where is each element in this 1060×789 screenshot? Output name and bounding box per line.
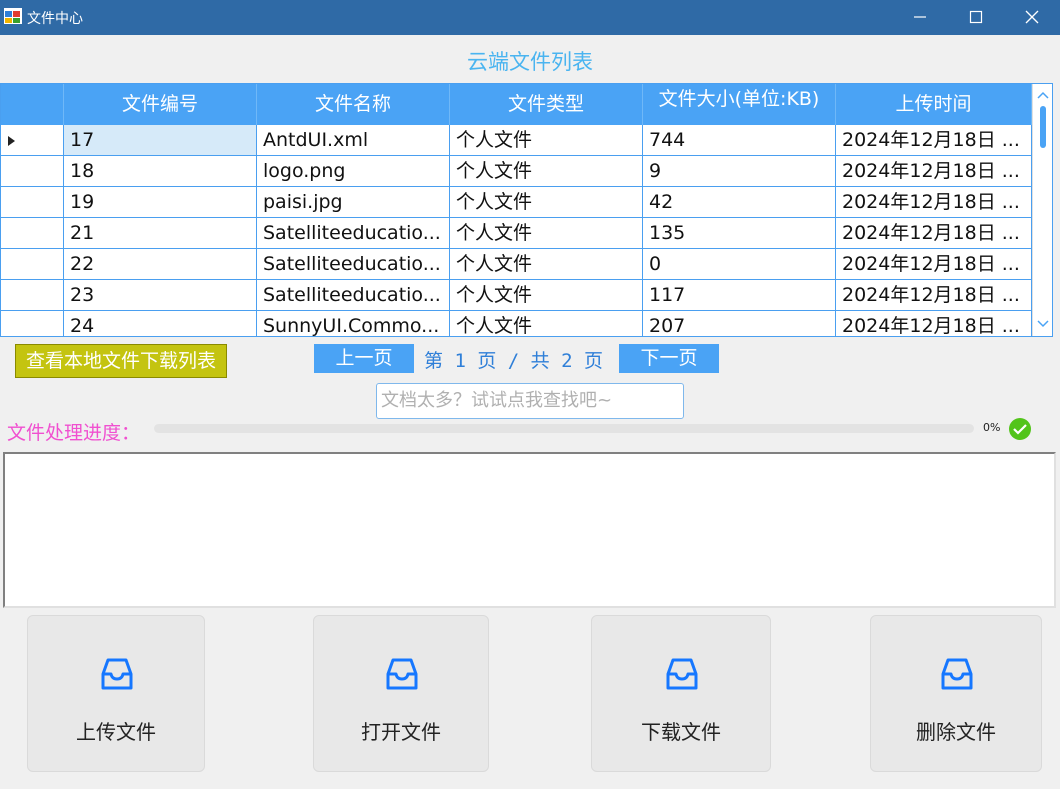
cell-time[interactable]: 2024年12月18日 ... bbox=[836, 249, 1032, 280]
cell-time[interactable]: 2024年12月18日 ... bbox=[836, 125, 1032, 156]
cell-type[interactable]: 个人文件 bbox=[450, 125, 643, 156]
cell-id[interactable]: 23 bbox=[64, 280, 257, 311]
row-header[interactable] bbox=[1, 249, 64, 280]
check-circle-icon bbox=[1009, 418, 1031, 440]
cell-size[interactable]: 207 bbox=[643, 311, 836, 336]
row-header[interactable] bbox=[1, 187, 64, 218]
column-header-type[interactable]: 文件类型 bbox=[450, 84, 643, 125]
page-title: 云端文件列表 bbox=[467, 50, 593, 74]
row-header[interactable] bbox=[1, 125, 64, 156]
log-textarea[interactable] bbox=[3, 452, 1056, 608]
cell-size[interactable]: 744 bbox=[643, 125, 836, 156]
table-header: 文件编号 文件名称 文件类型 文件大小(单位:KB) 上传时间 bbox=[1, 84, 1032, 125]
cell-id[interactable]: 24 bbox=[64, 311, 257, 336]
cell-type[interactable]: 个人文件 bbox=[450, 187, 643, 218]
vertical-scrollbar[interactable] bbox=[1032, 84, 1052, 336]
inbox-icon bbox=[941, 658, 973, 690]
cell-time[interactable]: 2024年12月18日 ... bbox=[836, 311, 1032, 336]
title-bar: 文件中心 bbox=[0, 0, 1060, 35]
column-header-id[interactable]: 文件编号 bbox=[64, 84, 257, 125]
download-file-label: 下载文件 bbox=[641, 720, 721, 744]
column-header-time[interactable]: 上传时间 bbox=[836, 84, 1032, 125]
cell-name[interactable]: Satelliteeducatio... bbox=[257, 249, 450, 280]
cell-name[interactable]: AntdUI.xml bbox=[257, 125, 450, 156]
cell-type[interactable]: 个人文件 bbox=[450, 156, 643, 187]
cell-name[interactable]: logo.png bbox=[257, 156, 450, 187]
upload-file-button[interactable]: 上传文件 bbox=[27, 615, 205, 772]
upload-file-label: 上传文件 bbox=[76, 720, 156, 744]
cell-id[interactable]: 22 bbox=[64, 249, 257, 280]
scroll-down-icon[interactable] bbox=[1036, 316, 1050, 330]
delete-file-button[interactable]: 删除文件 bbox=[870, 615, 1042, 772]
download-file-button[interactable]: 下载文件 bbox=[591, 615, 771, 772]
app-icon bbox=[4, 8, 22, 24]
row-header[interactable] bbox=[1, 218, 64, 249]
cell-name[interactable]: paisi.jpg bbox=[257, 187, 450, 218]
cell-id[interactable]: 21 bbox=[64, 218, 257, 249]
maximize-button[interactable] bbox=[948, 0, 1004, 35]
cell-size[interactable]: 117 bbox=[643, 280, 836, 311]
cell-size[interactable]: 0 bbox=[643, 249, 836, 280]
file-table[interactable]: 文件编号 文件名称 文件类型 文件大小(单位:KB) 上传时间 17 AntdUI… bbox=[0, 83, 1053, 337]
cell-type[interactable]: 个人文件 bbox=[450, 218, 643, 249]
table-row[interactable]: 24 SunnyUI.Commo... 个人文件 207 2024年12月18日 ... bbox=[1, 311, 1032, 336]
inbox-icon bbox=[101, 658, 133, 690]
table-row[interactable]: 23 Satelliteeducatio... 个人文件 117 2024年12月18日… bbox=[1, 280, 1032, 311]
maximize-icon bbox=[969, 10, 983, 24]
cell-time[interactable]: 2024年12月18日 ... bbox=[836, 218, 1032, 249]
progress-label: 文件处理进度： bbox=[7, 422, 141, 444]
minimize-button[interactable] bbox=[892, 0, 948, 35]
row-header-corner bbox=[1, 84, 64, 125]
cell-time[interactable]: 2024年12月18日 ... bbox=[836, 187, 1032, 218]
cell-type[interactable]: 个人文件 bbox=[450, 311, 643, 336]
prev-page-button[interactable]: 上一页 bbox=[314, 344, 414, 373]
cell-size[interactable]: 135 bbox=[643, 218, 836, 249]
table-row[interactable]: 21 Satelliteeducatio... 个人文件 135 2024年12月18日… bbox=[1, 218, 1032, 249]
cell-time[interactable]: 2024年12月18日 ... bbox=[836, 280, 1032, 311]
delete-file-label: 删除文件 bbox=[916, 720, 996, 744]
cell-id[interactable]: 19 bbox=[64, 187, 257, 218]
next-page-button[interactable]: 下一页 bbox=[619, 344, 719, 373]
cell-name[interactable]: SunnyUI.Commo... bbox=[257, 311, 450, 336]
open-file-button[interactable]: 打开文件 bbox=[313, 615, 489, 772]
window-title: 文件中心 bbox=[27, 11, 83, 27]
page-status: 第 1 页 / 共 2 页 bbox=[424, 350, 603, 372]
scroll-up-icon[interactable] bbox=[1036, 89, 1050, 103]
table-row[interactable]: 19 paisi.jpg 个人文件 42 2024年12月18日 ... bbox=[1, 187, 1032, 218]
close-button[interactable] bbox=[1004, 0, 1060, 35]
minimize-icon bbox=[914, 16, 926, 18]
column-header-size[interactable]: 文件大小(单位:KB) bbox=[643, 84, 836, 125]
progress-bar bbox=[154, 424, 974, 433]
search-input[interactable]: 文档太多？试试点我查找吧~ bbox=[376, 383, 684, 419]
scroll-thumb[interactable] bbox=[1040, 106, 1046, 148]
inbox-icon bbox=[666, 658, 698, 690]
table-row[interactable]: 17 AntdUI.xml 个人文件 744 2024年12月18日 ... bbox=[1, 125, 1032, 156]
row-header[interactable] bbox=[1, 156, 64, 187]
table-row[interactable]: 18 logo.png 个人文件 9 2024年12月18日 ... bbox=[1, 156, 1032, 187]
row-header[interactable] bbox=[1, 280, 64, 311]
current-row-indicator-icon bbox=[8, 136, 15, 146]
row-header[interactable] bbox=[1, 311, 64, 336]
cell-size[interactable]: 9 bbox=[643, 156, 836, 187]
inbox-icon bbox=[386, 658, 418, 690]
cell-size[interactable]: 42 bbox=[643, 187, 836, 218]
column-header-name[interactable]: 文件名称 bbox=[257, 84, 450, 125]
cell-type[interactable]: 个人文件 bbox=[450, 280, 643, 311]
cell-name[interactable]: Satelliteeducatio... bbox=[257, 280, 450, 311]
cell-name[interactable]: Satelliteeducatio... bbox=[257, 218, 450, 249]
cell-id[interactable]: 17 bbox=[64, 125, 257, 156]
cell-id[interactable]: 18 bbox=[64, 156, 257, 187]
local-download-list-button[interactable]: 查看本地文件下载列表 bbox=[15, 344, 227, 378]
close-icon bbox=[1025, 10, 1039, 24]
table-row[interactable]: 22 Satelliteeducatio... 个人文件 0 2024年12月18日 .… bbox=[1, 249, 1032, 280]
cell-type[interactable]: 个人文件 bbox=[450, 249, 643, 280]
cell-time[interactable]: 2024年12月18日 ... bbox=[836, 156, 1032, 187]
progress-percent: 0% bbox=[983, 421, 1001, 434]
open-file-label: 打开文件 bbox=[361, 720, 441, 744]
